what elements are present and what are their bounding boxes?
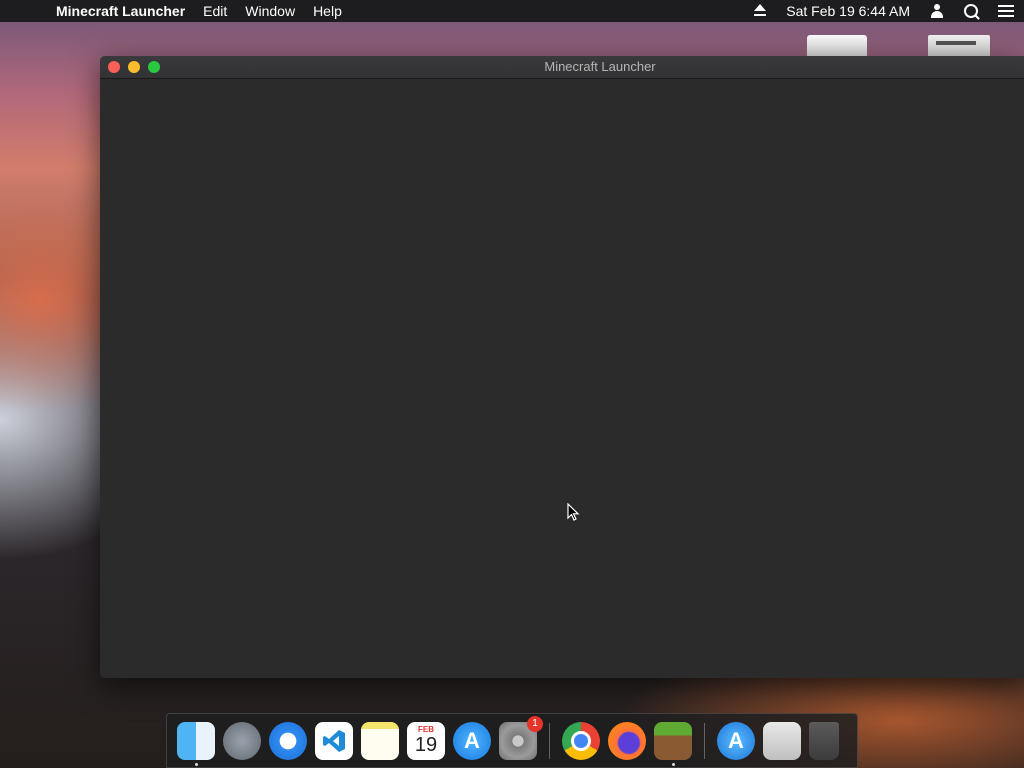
menu-bar: Minecraft Launcher Edit Window Help Sat … [0, 0, 1024, 22]
dock-separator [704, 722, 705, 759]
calendar-icon[interactable]: FEB 19 [407, 721, 445, 760]
mouse-cursor-icon [567, 503, 580, 521]
running-indicator [672, 762, 675, 766]
dock: FEB 19 A 1 A [166, 713, 858, 768]
spotlight-search-icon[interactable] [954, 4, 988, 18]
vscode-icon[interactable] [315, 721, 353, 760]
desktop-drive-icon[interactable] [807, 35, 867, 57]
window-title: Minecraft Launcher [544, 59, 656, 74]
window-content [100, 79, 1024, 678]
app-store-icon[interactable]: A [453, 721, 491, 760]
notification-badge: 1 [527, 715, 543, 732]
preview-document-icon[interactable] [763, 721, 801, 760]
calendar-month: FEB [418, 725, 434, 734]
notes-icon[interactable] [361, 721, 399, 760]
calendar-day: 19 [414, 734, 438, 756]
finder-icon[interactable] [177, 721, 215, 766]
trash-icon[interactable] [809, 721, 839, 760]
safari-icon[interactable] [269, 721, 307, 760]
user-icon[interactable] [920, 4, 954, 18]
edit-menu[interactable]: Edit [194, 0, 236, 22]
launchpad-icon[interactable] [223, 721, 261, 760]
firefox-icon[interactable] [608, 721, 646, 760]
chrome-icon[interactable] [562, 721, 600, 760]
minecraft-launcher-icon[interactable] [654, 721, 692, 766]
window-titlebar[interactable]: Minecraft Launcher [100, 56, 1024, 79]
app-menu[interactable]: Minecraft Launcher [56, 0, 194, 22]
menubar-clock[interactable]: Sat Feb 19 6:44 AM [776, 3, 920, 19]
app-store-download-icon[interactable]: A [717, 721, 755, 760]
system-preferences-icon[interactable]: 1 [499, 715, 543, 760]
minecraft-launcher-window: Minecraft Launcher [100, 56, 1024, 678]
eject-icon[interactable] [744, 4, 776, 16]
desktop-disk-image-icon[interactable] [928, 35, 990, 57]
notification-center-icon[interactable] [988, 5, 1024, 17]
window-menu[interactable]: Window [236, 0, 304, 22]
help-menu[interactable]: Help [304, 0, 351, 22]
dock-separator [549, 722, 550, 759]
running-indicator [195, 762, 198, 766]
